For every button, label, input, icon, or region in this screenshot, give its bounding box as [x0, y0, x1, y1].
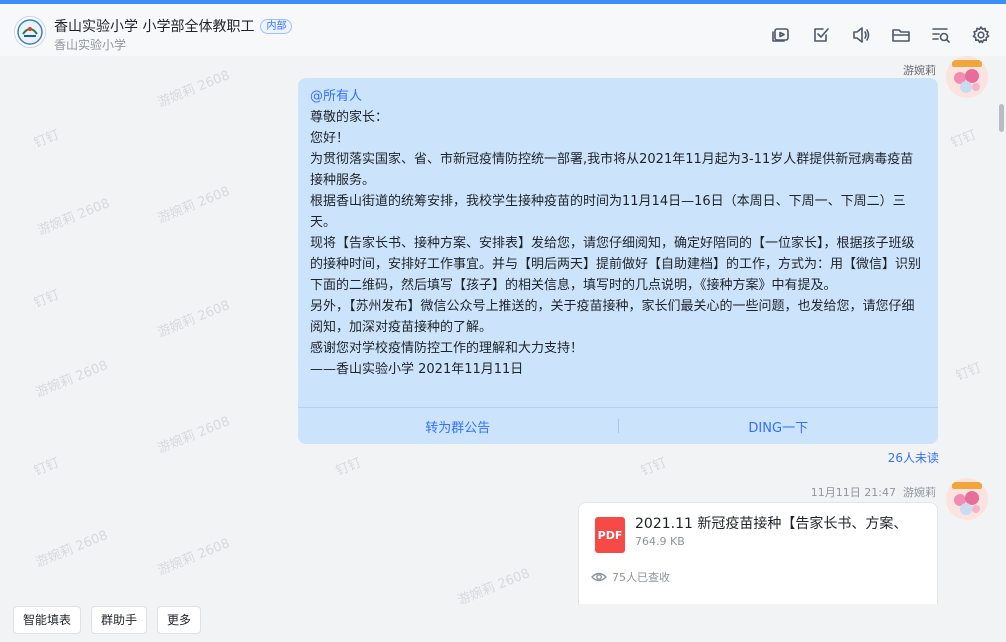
chat-header: 香山实验小学 小学部全体教职工 内部 香山实验小学: [0, 4, 1006, 56]
message-line: 现将【告家长书、接种方案、安排表】发给您，请您仔细阅知，确定好陪同的【一位家长】…: [310, 236, 922, 293]
read-receipt[interactable]: 75人已查收: [591, 569, 670, 585]
message-text: @所有人 尊敬的家长： 您好！ 为贯彻落实国家、省、市新冠疫情防控统一部署,我市…: [298, 78, 938, 380]
watermark: 钉钉: [638, 455, 669, 480]
task-check-icon[interactable]: [810, 24, 832, 46]
watermark: 游婉莉 2608: [155, 298, 233, 341]
announcement-message[interactable]: @所有人 尊敬的家长： 您好！ 为贯彻落实国家、省、市新冠疫情防控统一部署,我市…: [298, 78, 938, 444]
message-line: 尊敬的家长：: [310, 110, 389, 125]
watermark: 游婉莉 2608: [155, 184, 233, 227]
avatar-image: [946, 478, 988, 520]
message-time: 11月11日 21:47: [810, 486, 896, 499]
message-line: 为贯彻落实国家、省、市新冠疫情防控统一部署,我市将从2021年11月起为3-11…: [310, 152, 914, 188]
eye-icon: [591, 572, 607, 582]
watermark: 游婉莉 2608: [155, 536, 233, 579]
message-line: 您好！: [310, 131, 350, 146]
chat-area[interactable]: 游婉莉 2608 钉钉 游婉莉 2608 游婉莉 2608 钉钉 游婉莉 260…: [0, 56, 1006, 604]
message-line: 感谢您对学校疫情防控工作的理解和大力支持！: [310, 341, 584, 356]
mention-all[interactable]: @所有人: [310, 86, 926, 107]
message-line: 另外，【苏州发布】微信公众号上推送的，关于疫苗接种，家长们最关心的一些问题，也发…: [310, 299, 915, 335]
watermark: 钉钉: [953, 360, 984, 385]
video-icon[interactable]: [770, 24, 792, 46]
group-subtitle: 香山实验小学: [54, 38, 127, 52]
set-group-announcement-button[interactable]: 转为群公告: [298, 417, 618, 436]
watermark: 钉钉: [31, 127, 62, 152]
sender-name: 游婉莉: [903, 64, 936, 77]
pdf-file-icon: PDF: [595, 517, 625, 553]
watermark: 游婉莉 2608: [155, 414, 233, 457]
group-assistant-button[interactable]: 群助手: [91, 606, 148, 634]
watermark: 钉钉: [333, 455, 364, 480]
speaker-icon[interactable]: [850, 24, 872, 46]
message-line: 根据香山街道的统筹安排，我校学生接种疫苗的时间为11月14日—16日（本周日、下…: [310, 194, 906, 230]
watermark: 钉钉: [31, 287, 62, 312]
file-name[interactable]: 2021.11 新冠疫苗接种【告家长书、方案、: [635, 513, 929, 533]
message-actions: 转为群公告 DING一下: [298, 407, 938, 444]
watermark: 游婉莉 2608: [455, 566, 533, 604]
folder-icon[interactable]: [890, 24, 912, 46]
watermark: 游婉莉 2608: [33, 528, 111, 571]
message-line: ——香山实验小学 2021年11月11日: [310, 362, 524, 377]
smart-form-button[interactable]: 智能填表: [13, 606, 82, 634]
file-message[interactable]: PDF 2021.11 新冠疫苗接种【告家长书、方案、 764.9 KB 75人…: [578, 502, 938, 604]
message-meta: 11月11日 21:47 游婉莉: [811, 484, 936, 500]
watermark: 游婉莉 2608: [33, 358, 111, 401]
scrollbar[interactable]: [999, 104, 1004, 132]
internal-tag: 内部: [260, 18, 293, 34]
group-avatar[interactable]: [14, 16, 46, 48]
file-size: 764.9 KB: [635, 535, 685, 548]
header-toolbar: [770, 24, 992, 46]
watermark: 钉钉: [948, 127, 979, 152]
sender-name: 游婉莉: [903, 486, 936, 499]
more-button[interactable]: 更多: [157, 606, 202, 634]
avatar[interactable]: [946, 56, 988, 98]
watermark: 钉钉: [31, 455, 62, 480]
unread-count[interactable]: 26人未读: [888, 449, 939, 466]
group-title[interactable]: 香山实验小学 小学部全体教职工: [54, 16, 254, 36]
title-row: 香山实验小学 小学部全体教职工 内部: [54, 16, 293, 36]
search-list-icon[interactable]: [930, 24, 952, 46]
watermark: 游婉莉 2608: [155, 68, 233, 111]
quick-action-bar: 智能填表 群助手 更多: [0, 604, 1006, 642]
school-logo-icon: [17, 19, 43, 45]
watermark: 游婉莉 2608: [35, 196, 113, 239]
avatar-image: [946, 56, 988, 98]
ding-button[interactable]: DING一下: [619, 417, 939, 436]
avatar[interactable]: [946, 478, 988, 520]
gear-icon[interactable]: [970, 24, 992, 46]
views-count: 75人已查收: [612, 571, 670, 584]
